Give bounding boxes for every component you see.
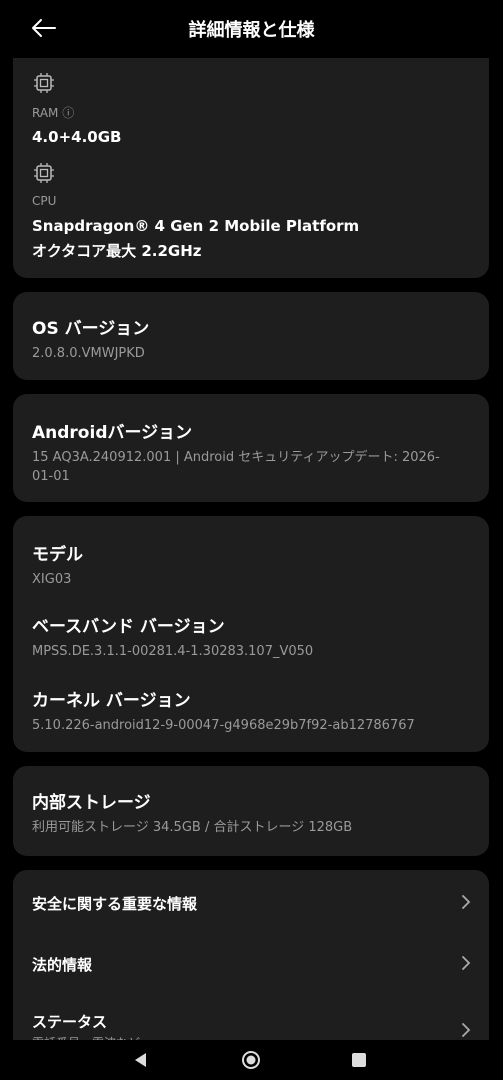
baseband-title: ベースバンド バージョン	[32, 617, 225, 637]
storage-item: 内部ストレージ 利用可能ストレージ 34.5GB / 合計ストレージ 128GB	[32, 788, 473, 837]
android-version-title: Androidバージョン	[32, 423, 193, 443]
model-title: モデル	[32, 545, 83, 565]
os-version-value: 2.0.8.0.VMWJPKD	[32, 346, 145, 361]
baseband-value: MPSS.DE.3.1.1-00281.4-1.30283.107_V050	[32, 644, 314, 659]
page-title: 詳細情報と仕様	[188, 20, 315, 41]
os-version-item: OS バージョン 2.0.8.0.VMWJPKD	[32, 314, 473, 363]
os-version-card[interactable]: OS バージョン 2.0.8.0.VMWJPKD	[13, 292, 489, 380]
chevron-right-icon	[462, 895, 471, 909]
device-info-card: モデル XIG03 ベースバンド バージョン MPSS.DE.3.1.1-002…	[13, 516, 489, 752]
cpu-value-line2: オクタコア最大 2.2GHz	[32, 242, 202, 260]
ram-spec: RAM ⓘ 4.0+4.0GB	[32, 104, 473, 150]
specs-card: RAM ⓘ 4.0+4.0GB CPU Snapdragon® 4 Gen 2 …	[13, 58, 489, 278]
chip-icon	[34, 73, 54, 93]
storage-value: 利用可能ストレージ 34.5GB / 合計ストレージ 128GB	[32, 820, 353, 835]
os-version-title: OS バージョン	[32, 319, 150, 339]
kernel-title: カーネル バージョン	[32, 691, 191, 711]
safety-info-label: 安全に関する重要な情報	[32, 895, 198, 913]
status-row[interactable]: ステータス 電話番号、電波など	[13, 994, 489, 1042]
kernel-value: 5.10.226-android12-9-00047-g4968e29b7f92…	[32, 718, 415, 733]
android-version-card[interactable]: Androidバージョン 15 AQ3A.240912.001 | Androi…	[13, 394, 489, 502]
cpu-value-line1: Snapdragon® 4 Gen 2 Mobile Platform	[32, 217, 360, 235]
model-value: XIG03	[32, 572, 72, 587]
nav-back-icon[interactable]	[131, 1050, 151, 1070]
android-version-value: 15 AQ3A.240912.001 | Android セキュリティアップデー…	[32, 450, 440, 484]
legal-info-row[interactable]: 法的情報	[13, 933, 489, 993]
nav-home-icon[interactable]	[241, 1050, 261, 1070]
system-nav-bar	[0, 1040, 503, 1080]
storage-card[interactable]: 内部ストレージ 利用可能ストレージ 34.5GB / 合計ストレージ 128GB	[13, 766, 489, 856]
nav-recents-icon[interactable]	[349, 1050, 369, 1070]
model-item: モデル XIG03	[32, 540, 473, 589]
legal-info-label: 法的情報	[32, 956, 93, 974]
chevron-right-icon	[462, 1023, 471, 1037]
ram-value: 4.0+4.0GB	[32, 128, 122, 146]
cpu-spec: CPU Snapdragon® 4 Gen 2 Mobile Platform …	[32, 194, 473, 264]
baseband-item: ベースバンド バージョン MPSS.DE.3.1.1-00281.4-1.302…	[32, 612, 473, 661]
android-version-item: Androidバージョン 15 AQ3A.240912.001 | Androi…	[32, 418, 473, 486]
cpu-label: CPU	[32, 194, 57, 208]
ram-label: RAM ⓘ	[32, 106, 75, 120]
kernel-item: カーネル バージョン 5.10.226-android12-9-00047-g4…	[32, 686, 473, 735]
links-card: 安全に関する重要な情報 法的情報 ステータス 電話番号、電波など	[13, 870, 489, 1042]
safety-info-row[interactable]: 安全に関する重要な情報	[13, 872, 489, 932]
app-header: 詳細情報と仕様	[0, 0, 503, 56]
status-label: ステータス	[32, 1013, 108, 1031]
storage-title: 内部ストレージ	[32, 793, 151, 813]
chip-icon	[34, 163, 54, 183]
chevron-right-icon	[462, 956, 471, 970]
